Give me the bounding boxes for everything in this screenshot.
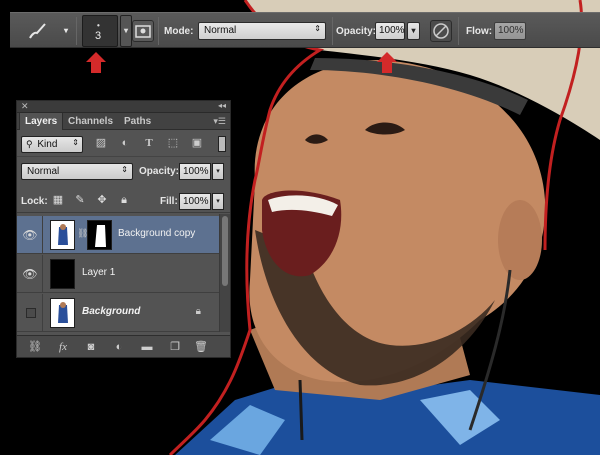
eye-icon[interactable]: 👁︎ — [21, 265, 39, 283]
updown-arrows-icon: ⇕ — [72, 138, 79, 147]
scroll-thumb[interactable] — [222, 216, 228, 286]
adjustment-filter-icon[interactable]: ◐ — [117, 135, 133, 152]
opacity-dropdown-arrow[interactable]: ▾ — [407, 22, 420, 40]
pixel-filter-icon[interactable]: ▨ — [93, 135, 109, 152]
brush-size-value: 3 — [95, 30, 102, 42]
new-group-icon[interactable]: ▬ — [139, 339, 155, 355]
layer-thumbnail — [50, 220, 75, 250]
flow-value: 100% — [498, 25, 524, 36]
flow-input[interactable]: 100% — [494, 22, 526, 40]
link-layers-icon[interactable]: ⛓︎ — [27, 339, 43, 355]
eye-icon[interactable]: 👁︎ — [21, 226, 39, 244]
brush-tool-preset-button[interactable] — [26, 20, 48, 42]
mode-select[interactable]: Normal ⇕ — [198, 22, 326, 40]
smart-object-filter-icon[interactable]: ▣ — [189, 135, 205, 152]
blend-mode-select[interactable]: Normal ⇕ — [21, 163, 133, 180]
updown-arrows-icon: ⇕ — [121, 165, 128, 174]
collapse-icon[interactable]: ◂◂ — [218, 101, 226, 110]
layer-thumbnail — [50, 259, 75, 289]
lock-image-pixels-icon[interactable]: ✎ — [73, 193, 87, 208]
updown-arrows-icon: ⇕ — [314, 24, 321, 33]
lock-all-icon[interactable]: 🔒︎ — [117, 193, 131, 208]
brush-dot-icon: • — [97, 21, 100, 30]
brush-size-dropdown-arrow[interactable]: ▾ — [120, 15, 132, 47]
filter-row: ⚲ Kind ⇕ ▨ ◐ T ⬚ ▣ — [17, 132, 230, 157]
brush-panel-icon — [135, 25, 151, 38]
layers-bottom-bar: ⛓︎ fx ◙ ◐ ▬ ❐ 🗑︎ — [17, 335, 230, 357]
lock-icon: 🔒︎ — [195, 306, 201, 317]
layer-name[interactable]: Background — [82, 306, 140, 317]
mode-select-value: Normal — [204, 25, 237, 36]
layers-panel: ✕ ◂◂ Layers Channels Paths ▾☰ ⚲ Kind ⇕ ▨… — [16, 100, 231, 358]
panel-titlebar[interactable]: ✕ ◂◂ — [17, 101, 230, 113]
layer-opacity-label: Opacity: — [139, 166, 180, 177]
visibility-toggle-off[interactable] — [26, 308, 36, 318]
delete-layer-icon[interactable]: 🗑︎ — [193, 339, 209, 355]
layer-opacity-input[interactable]: 100% — [179, 163, 211, 180]
filter-type-value: Kind — [37, 139, 58, 150]
layer-name[interactable]: Background copy — [118, 228, 195, 239]
flow-label: Flow: — [466, 26, 493, 37]
shape-filter-icon[interactable]: ⬚ — [165, 135, 181, 152]
layer-row-layer-1[interactable]: 👁︎ Layer 1 — [17, 255, 219, 293]
tab-channels[interactable]: Channels — [63, 113, 118, 130]
adjustment-layer-icon[interactable]: ◐ — [111, 339, 127, 355]
search-icon: ⚲ — [26, 139, 33, 149]
add-mask-icon[interactable]: ◙ — [83, 339, 99, 355]
fill-arrow[interactable]: ▾ — [212, 193, 224, 210]
close-icon[interactable]: ✕ — [21, 101, 29, 112]
lock-transparent-icon[interactable]: ▦ — [51, 193, 65, 208]
tool-options-bar: ▾ • 3 ▾ Mode: Normal ⇕ Opacity: 100% ▾ F… — [10, 12, 600, 48]
layer-row-background-copy[interactable]: 👁︎ ⛓︎ Background copy — [17, 216, 219, 254]
lock-row: Lock: ▦ ✎ ✥ 🔒︎ Fill: 100% ▾ — [17, 189, 230, 213]
mode-label: Mode: — [164, 26, 194, 37]
toggle-brush-panel-button[interactable] — [132, 20, 154, 42]
link-icon[interactable]: ⛓︎ — [77, 228, 88, 242]
opacity-label: Opacity: — [336, 26, 377, 37]
panel-tabs: Layers Channels Paths ▾☰ — [17, 113, 230, 130]
blend-row: Normal ⇕ Opacity: 100% ▾ — [17, 159, 230, 184]
layers-scrollbar[interactable] — [219, 214, 230, 332]
pressure-opacity-button[interactable] — [430, 20, 452, 42]
lock-label: Lock: — [21, 196, 48, 207]
new-layer-icon[interactable]: ❐ — [167, 339, 183, 355]
opacity-input[interactable]: 100% — [375, 22, 405, 40]
tab-layers[interactable]: Layers — [19, 113, 64, 130]
layer-name[interactable]: Layer 1 — [82, 267, 115, 278]
layer-mask-thumbnail[interactable] — [87, 220, 112, 250]
opacity-value: 100% — [379, 25, 405, 36]
lock-position-icon[interactable]: ✥ — [95, 193, 109, 208]
pen-pressure-icon — [433, 23, 449, 39]
blend-mode-value: Normal — [27, 166, 60, 177]
fill-input[interactable]: 100% — [179, 193, 211, 210]
fill-label: Fill: — [160, 196, 178, 207]
brush-size-picker[interactable]: • 3 — [82, 15, 118, 47]
layer-opacity-arrow[interactable]: ▾ — [212, 163, 224, 180]
tab-paths[interactable]: Paths — [119, 113, 156, 130]
layer-thumbnail — [50, 298, 75, 328]
chevron-down-icon[interactable]: ▾ — [64, 26, 68, 35]
brush-icon — [29, 23, 46, 39]
type-filter-icon[interactable]: T — [141, 135, 157, 152]
panel-menu-icon[interactable]: ▾☰ — [213, 116, 226, 127]
layer-style-fx-icon[interactable]: fx — [55, 339, 71, 355]
layer-row-background[interactable]: Background 🔒︎ — [17, 294, 219, 332]
filter-toggle[interactable] — [218, 136, 226, 152]
filter-type-select[interactable]: ⚲ Kind ⇕ — [21, 136, 83, 153]
